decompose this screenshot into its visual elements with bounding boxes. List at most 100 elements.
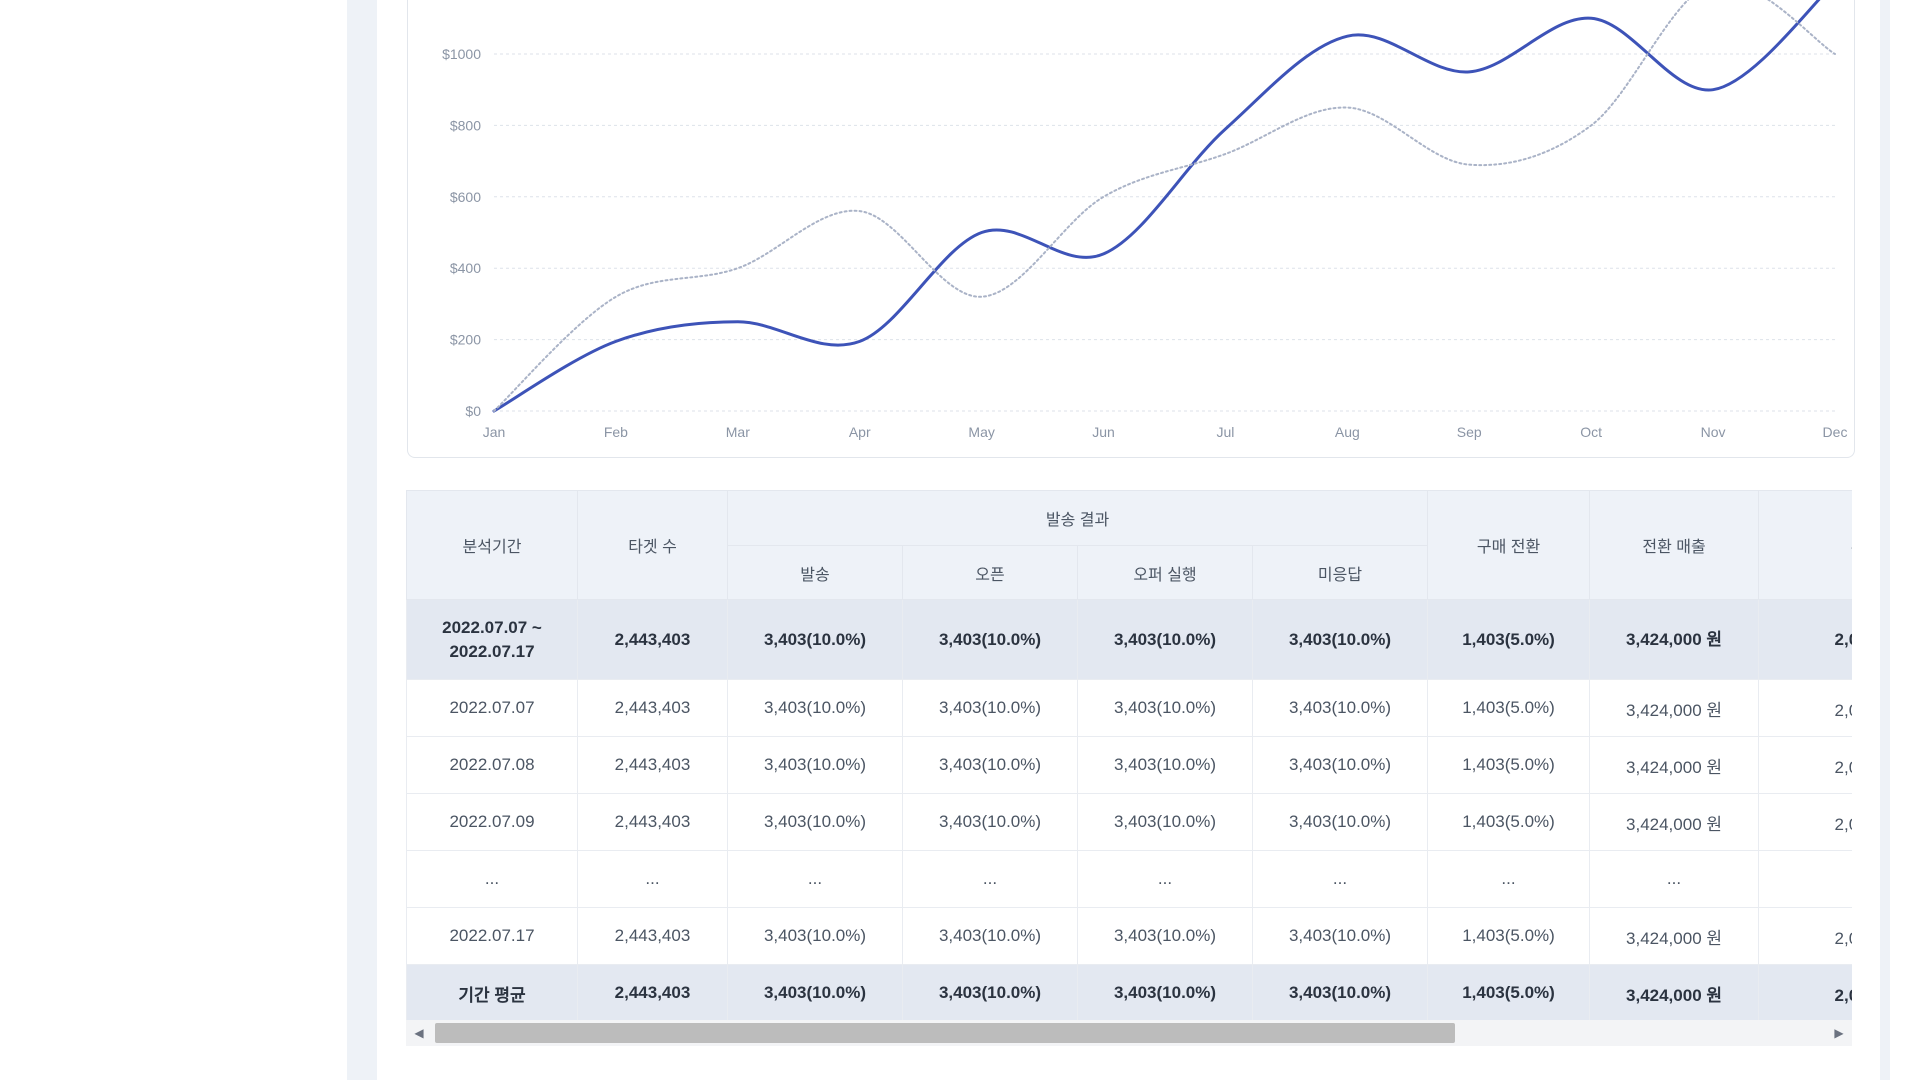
cell-send: ... <box>727 850 903 908</box>
cell-conversion: 1,403(5.0%) <box>1427 736 1591 794</box>
cell-no-response: 3,403(10.0%) <box>1251 907 1429 965</box>
x-tick-label: Oct <box>1580 424 1602 440</box>
x-tick-label: Mar <box>726 424 750 440</box>
cell-no-response: 3,403(10.0%) <box>1251 599 1429 680</box>
cell-offer: 3,403(10.0%) <box>1077 964 1253 1022</box>
cell-send: 3,403(10.0%) <box>727 793 903 851</box>
cell-estimate: 2,000,000 원 <box>1758 964 1852 1022</box>
table-row: 2022.07.17 2,443,403 3,403(10.0%) 3,403(10.… <box>406 907 1852 965</box>
cell-send: 3,403(10.0%) <box>727 679 903 737</box>
cell-send: 3,403(10.0%) <box>727 907 903 965</box>
cell-open: 3,403(10.0%) <box>902 679 1078 737</box>
x-tick-label: Jul <box>1217 424 1235 440</box>
cell-sales: 3,424,000 원 <box>1589 679 1760 737</box>
cell-targets: 2,443,403 <box>577 793 728 851</box>
cell-targets: 2,443,403 <box>577 599 728 680</box>
header-no-response: 미응답 <box>1251 545 1429 600</box>
cell-conversion: 1,403(5.0%) <box>1427 907 1591 965</box>
table-row: ........................... <box>406 850 1852 908</box>
cell-no-response: ... <box>1251 850 1429 908</box>
cell-sales: 3,424,000 원 <box>1589 599 1760 680</box>
x-tick-label: Feb <box>604 424 628 440</box>
cell-targets: 2,443,403 <box>577 736 728 794</box>
cell-send: 3,403(10.0%) <box>727 964 903 1022</box>
cell-period: 2022.07.08 <box>406 736 578 794</box>
cell-period: 2022.07.17 <box>406 907 578 965</box>
header-conversion: 구매 전환 <box>1427 490 1591 600</box>
scroll-right-icon[interactable]: ▶ <box>1826 1020 1852 1046</box>
series-line-1 <box>492 0 1821 413</box>
cell-no-response: 3,403(10.0%) <box>1251 964 1429 1022</box>
cell-conversion: 1,403(5.0%) <box>1427 964 1591 1022</box>
chart-series <box>492 0 1836 413</box>
table-row: 2022.07.07 ~ 2022.07.17 2,443,403 3,403(10… <box>406 599 1852 680</box>
header-period: 분석기간 <box>406 490 578 600</box>
table-row: 2022.07.08 2,443,403 3,403(10.0%) 3,403(10.… <box>406 736 1852 794</box>
report-table-body: 2022.07.07 ~ 2022.07.17 2,443,403 3,403(10… <box>406 599 1852 1022</box>
scroll-left-icon[interactable]: ◀ <box>406 1020 432 1046</box>
y-tick-label: $1000 <box>442 46 481 62</box>
cell-sales: 3,424,000 원 <box>1589 736 1760 794</box>
y-tick-label: $0 <box>465 403 481 419</box>
cell-period: 2022.07.09 <box>406 793 578 851</box>
chart-gridlines <box>494 53 1835 412</box>
cell-offer: 3,403(10.0%) <box>1077 599 1253 680</box>
cell-no-response: 3,403(10.0%) <box>1251 679 1429 737</box>
cell-period: 2022.07.07 <box>406 679 578 737</box>
report-table: 분석기간 타겟 수 발송 결과 구매 전환 전환 매출 추정 이익 발송 오픈 … <box>406 490 1852 1022</box>
horizontal-scrollbar[interactable]: ◀ ▶ <box>406 1020 1852 1046</box>
cell-offer: 3,403(10.0%) <box>1077 793 1253 851</box>
cell-period: 2022.07.07 ~ 2022.07.17 <box>406 599 578 680</box>
cell-conversion: 1,403(5.0%) <box>1427 793 1591 851</box>
cell-estimate: 2,000,000 원 <box>1758 736 1852 794</box>
table-row: 2022.07.07 2,443,403 3,403(10.0%) 3,403(10.… <box>406 679 1852 737</box>
cell-estimate: 2,000,000 원 <box>1758 679 1852 737</box>
cell-no-response: 3,403(10.0%) <box>1251 793 1429 851</box>
cell-targets: 2,443,403 <box>577 907 728 965</box>
table-row: 기간 평균 2,443,403 3,403(10.0%) 3,403(10.0%) 3,… <box>406 964 1852 1022</box>
cell-offer: 3,403(10.0%) <box>1077 907 1253 965</box>
y-tick-label: $800 <box>450 117 481 133</box>
cell-open: 3,403(10.0%) <box>902 599 1078 680</box>
x-tick-label: Nov <box>1701 424 1726 440</box>
header-open: 오픈 <box>902 545 1078 600</box>
cell-estimate: 2,000,000 원 <box>1758 793 1852 851</box>
cell-period: 기간 평균 <box>406 964 578 1022</box>
cell-sales: 3,424,000 원 <box>1589 964 1760 1022</box>
cell-conversion: 1,403(5.0%) <box>1427 679 1591 737</box>
cell-sales: ... <box>1589 850 1760 908</box>
header-send: 발송 <box>727 545 903 600</box>
y-tick-label: $400 <box>450 260 481 276</box>
cell-targets: 2,443,403 <box>577 964 728 1022</box>
cell-open: 3,403(10.0%) <box>902 736 1078 794</box>
cell-estimate: 2,000,000 원 <box>1758 599 1852 680</box>
cell-conversion: ... <box>1427 850 1591 908</box>
cell-send: 3,403(10.0%) <box>727 599 903 680</box>
cell-no-response: 3,403(10.0%) <box>1251 736 1429 794</box>
cell-sales: 3,424,000 원 <box>1589 907 1760 965</box>
scrollbar-thumb[interactable] <box>435 1023 1455 1043</box>
header-sales: 전환 매출 <box>1589 490 1760 600</box>
report-table-container[interactable]: 분석기간 타겟 수 발송 결과 구매 전환 전환 매출 추정 이익 발송 오픈 … <box>406 490 1852 1048</box>
x-tick-label: Apr <box>849 424 871 440</box>
table-row: 2022.07.09 2,443,403 3,403(10.0%) 3,403(10.… <box>406 793 1852 851</box>
series-line-2 <box>493 0 1836 412</box>
chart-svg: $0$200$400$600$800$1000 Jan Feb Mar Apr May J… <box>442 0 1848 440</box>
header-estimate: 추정 이익 <box>1758 490 1852 600</box>
header-send-result: 발송 결과 <box>726 490 1429 546</box>
cell-period: ... <box>406 850 578 908</box>
y-axis-ticks: $0 $200 $400 $600 $800 $1000 <box>442 46 481 419</box>
cell-open: 3,403(10.0%) <box>902 907 1078 965</box>
cell-estimate: ... <box>1758 850 1852 908</box>
cell-targets: 2,443,403 <box>577 679 728 737</box>
cell-open: 3,403(10.0%) <box>902 964 1078 1022</box>
x-tick-label: Dec <box>1823 424 1848 440</box>
x-tick-label: Aug <box>1335 424 1360 440</box>
x-tick-label: May <box>968 424 994 440</box>
cell-estimate: 2,000,000 원 <box>1758 907 1852 965</box>
cell-targets: ... <box>577 850 728 908</box>
x-tick-label: Jun <box>1092 424 1115 440</box>
header-offer: 오퍼 실행 <box>1077 545 1253 600</box>
x-tick-label: Jan <box>483 424 506 440</box>
cell-open: ... <box>902 850 1078 908</box>
